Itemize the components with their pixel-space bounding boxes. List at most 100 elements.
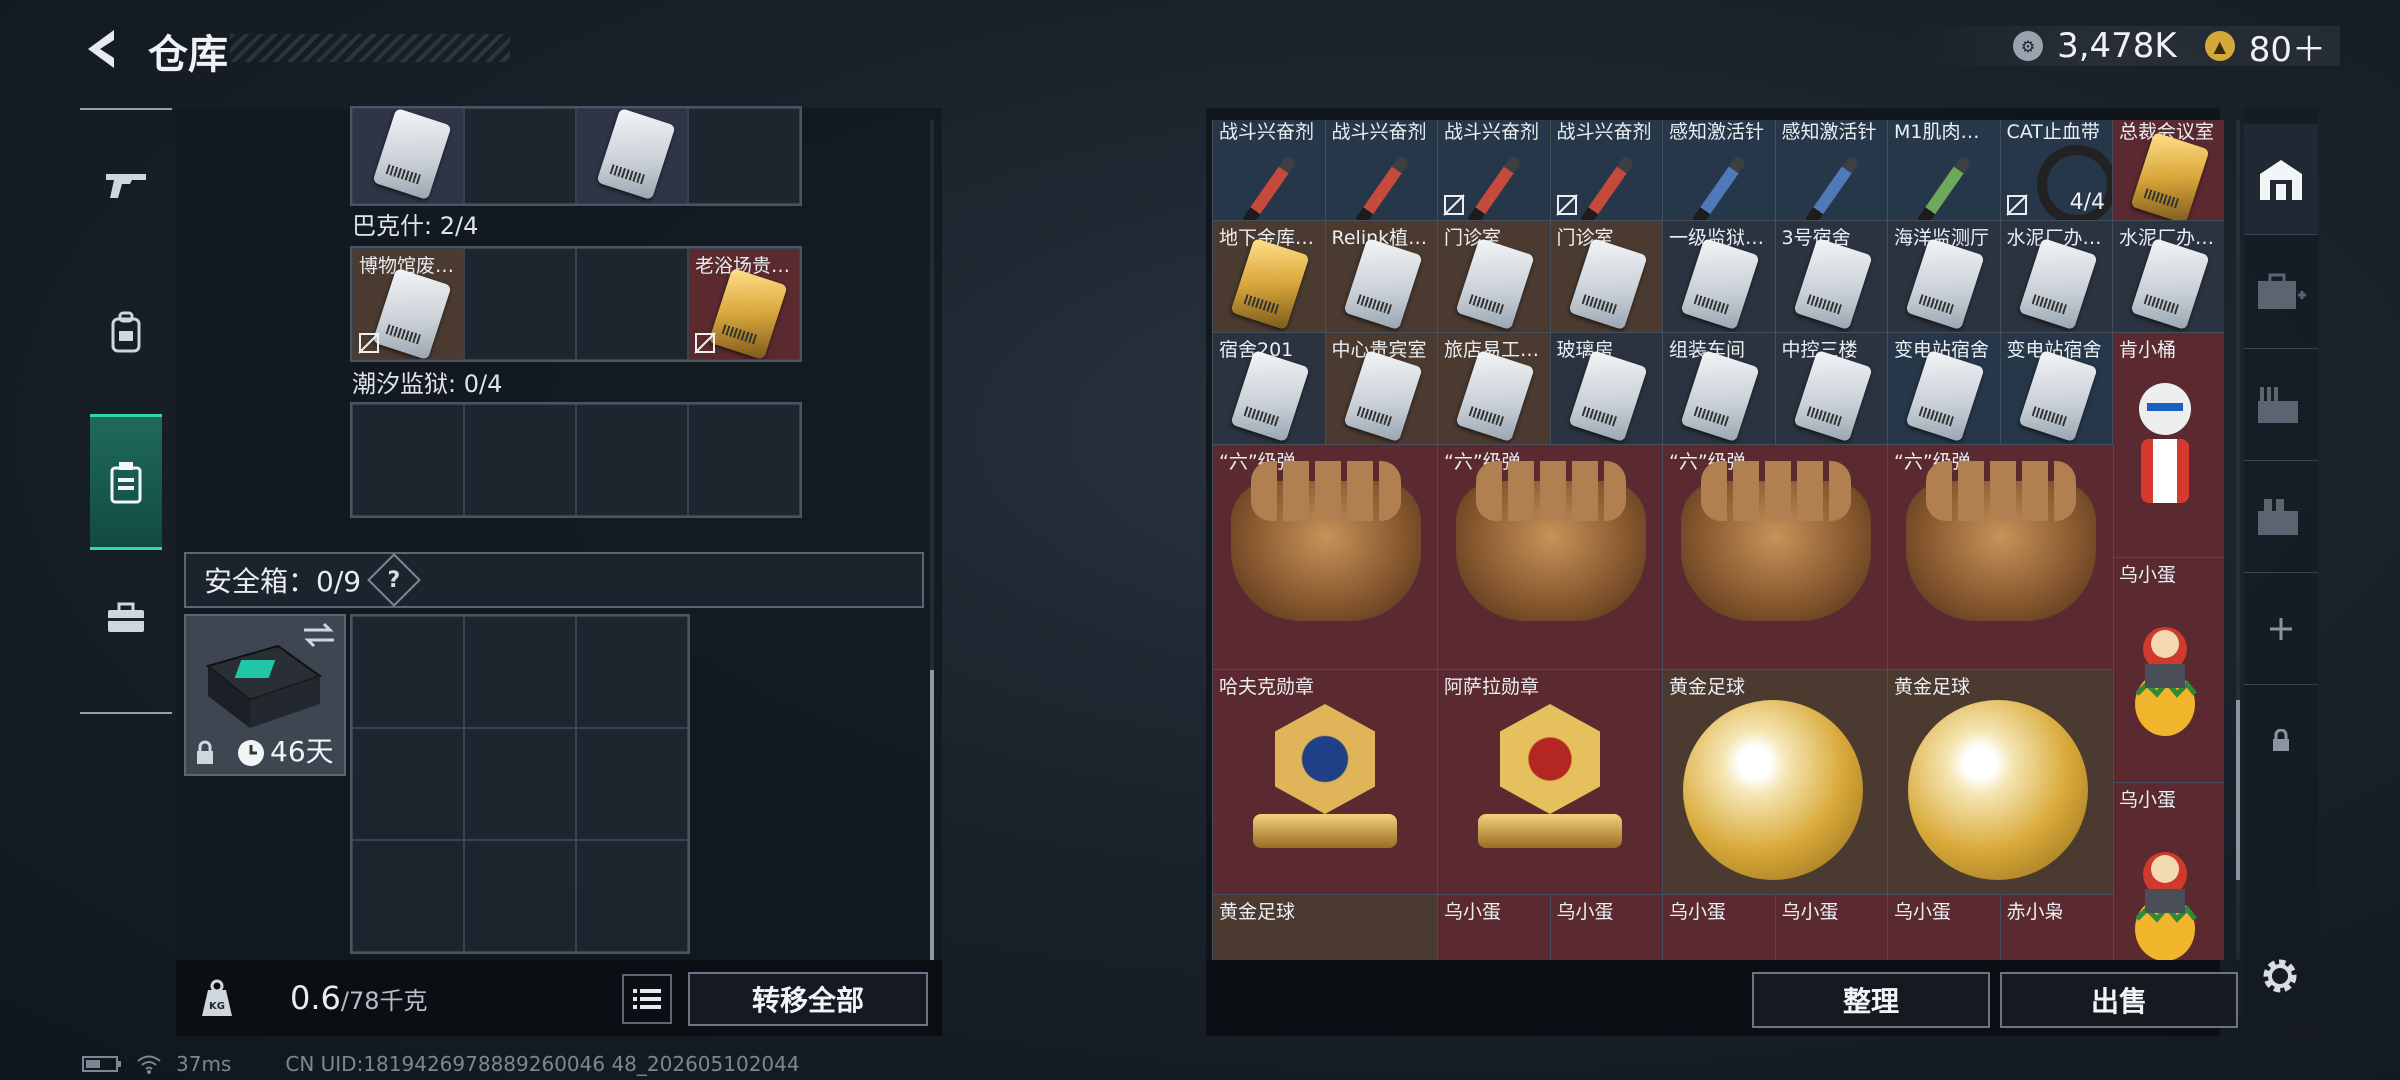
keycard-icon [1905,349,1985,443]
inventory-slot[interactable] [576,248,688,360]
warehouse-item[interactable]: “六”级弹 [1212,444,1439,671]
inventory-slot[interactable] [464,108,576,204]
warehouse-item[interactable]: 一级监狱… [1662,220,1777,334]
warehouse-item[interactable]: 3号宿舍 [1774,220,1889,334]
warehouse-item[interactable]: 变电站宿舍 [1887,332,2002,446]
warehouse-item[interactable]: 乌小蛋 [2112,557,2224,784]
safe-slot[interactable] [352,616,464,728]
warehouse-item[interactable]: 黄金足球 [1887,669,2114,896]
warehouse-item[interactable]: 乌小蛋 [2112,782,2224,960]
safe-box-item[interactable]: 46天 [184,614,346,776]
warehouse-item[interactable]: 乌小蛋 [1887,894,2002,960]
inventory-slot[interactable] [464,404,576,516]
warehouse-item[interactable]: 水泥厂办… [1999,220,2114,334]
inventory-slot[interactable]: 博物馆废… [352,248,464,360]
warehouse-item[interactable]: 组装车间 [1662,332,1777,446]
warehouse-item[interactable]: 战斗兴奋剂 [1324,120,1439,222]
tab-medical-box[interactable] [2244,238,2318,349]
warehouse-item[interactable]: 乌小蛋 [1549,894,1664,960]
add-tab-button[interactable] [2244,574,2318,685]
warehouse-item[interactable]: 海洋监测厅 [1887,220,2002,334]
nav-toolbox[interactable] [90,574,162,662]
nav-weapon[interactable] [90,140,162,228]
sort-button[interactable]: 整理 [1752,972,1990,1028]
safe-slot[interactable] [352,840,464,952]
nav-backpack[interactable] [90,288,162,376]
inventory-slot[interactable] [464,248,576,360]
sell-button[interactable]: 出售 [2000,972,2238,1028]
warehouse-item[interactable]: 玻璃房 [1549,332,1664,446]
warehouse-item[interactable]: “六”级弹 [1662,444,1889,671]
token-amount[interactable]: 80＋ [2249,22,2326,71]
warehouse-item[interactable]: 肯小桶 [2112,332,2224,559]
inventory-slot[interactable]: 老浴场贵… [688,248,800,360]
warehouse-item[interactable]: 乌小蛋 [1662,894,1777,960]
locked-tab[interactable] [2244,686,2318,796]
settings-button[interactable] [2254,950,2306,1002]
transfer-all-button[interactable]: 转移全部 [688,972,928,1026]
list-view-button[interactable] [622,974,672,1024]
back-button[interactable] [78,24,122,74]
warehouse-item[interactable]: 黄金足球 [1662,669,1889,896]
equipment-nav [80,108,172,714]
warehouse-item[interactable]: 宿舍201 [1212,332,1327,446]
safe-slot[interactable] [352,728,464,840]
warehouse-item[interactable]: 战斗兴奋剂 [1212,120,1327,222]
warehouse-scroll-thumb[interactable] [2236,700,2240,880]
warehouse-item[interactable]: 乌小蛋 [1437,894,1552,960]
safe-slot[interactable] [464,728,576,840]
warehouse-item[interactable]: 门诊室 [1437,220,1552,334]
warehouse-item[interactable]: 乌小蛋 [1774,894,1889,960]
warehouse-item[interactable]: 总裁会议室 [2112,120,2224,222]
warehouse-item[interactable]: 水泥厂办… [2112,220,2224,334]
warehouse-item[interactable]: Relink植… [1324,220,1439,334]
nav-vest[interactable] [90,414,162,550]
safe-slot[interactable] [464,616,576,728]
keycard-icon [1342,237,1423,331]
warehouse-item[interactable]: 中控三楼 [1774,332,1889,446]
safe-slot[interactable] [576,728,688,840]
keycard-icon [372,267,452,359]
warehouse-item[interactable]: “六”级弹 [1437,444,1664,671]
section-label: 巴克什: 2/4 [352,212,479,240]
safe-slot[interactable] [576,840,688,952]
warehouse-item[interactable]: 感知激活针 [1662,120,1777,222]
help-button[interactable]: ? [367,553,421,607]
safe-slot[interactable] [576,616,688,728]
inventory-slot[interactable] [688,404,800,516]
warehouse-item[interactable]: M1肌肉… [1887,120,2002,222]
safe-box-icon [205,644,323,728]
warehouse-item[interactable]: 阿萨拉勋章 [1437,669,1664,896]
tab-main-warehouse[interactable] [2244,124,2318,235]
warehouse-item[interactable]: 门诊室 [1549,220,1664,334]
item-name: 哈夫克勋章 [1219,676,1315,698]
inventory-slot[interactable] [688,108,800,204]
backpack-scroll-thumb[interactable] [930,670,934,960]
warehouse-item[interactable]: CAT止血带 4/4 [1999,120,2114,222]
vest-icon [110,462,142,504]
tab-ammo-box[interactable] [2244,350,2318,461]
warehouse-item[interactable]: 中心贵宾室 [1324,332,1439,446]
safe-slot[interactable] [464,840,576,952]
warehouse-item[interactable]: 哈夫克勋章 [1212,669,1439,896]
syringe-icon [1916,154,1972,221]
warehouse-item[interactable]: 旅店易工… [1437,332,1552,446]
plus-icon [2270,618,2292,640]
warehouse-item[interactable]: 战斗兴奋剂 [1437,120,1552,222]
warehouse-item[interactable]: 黄金足球 [1212,894,1439,960]
inventory-slot[interactable] [576,404,688,516]
warehouse-item[interactable]: “六”级弹 [1887,444,2114,671]
gun-icon [106,174,146,198]
tab-key-box[interactable] [2244,462,2318,573]
warehouse-item[interactable]: 变电站宿舍 [1999,332,2114,446]
no-transfer-icon [694,332,716,354]
medal-icon [1500,704,1600,814]
inventory-slot[interactable] [576,108,688,204]
warehouse-item[interactable]: 赤小枭 [1999,894,2114,960]
inventory-slot[interactable] [352,108,464,204]
container-grid-bakesh: 博物馆废… 老浴场贵… [350,246,802,362]
warehouse-item[interactable]: 地下金库… [1212,220,1327,334]
warehouse-item[interactable]: 感知激活针 [1774,120,1889,222]
warehouse-item[interactable]: 战斗兴奋剂 [1549,120,1664,222]
inventory-slot[interactable] [352,404,464,516]
